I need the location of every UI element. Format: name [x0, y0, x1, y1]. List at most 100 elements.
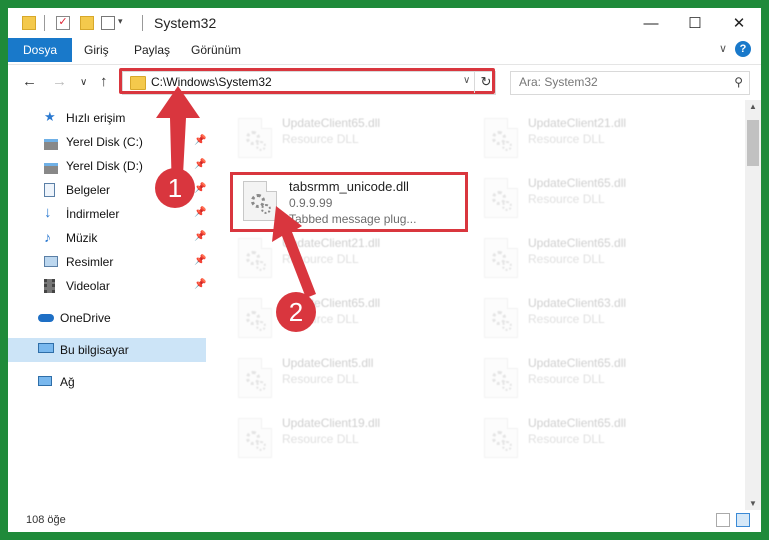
close-button[interactable]: ✕: [717, 8, 761, 38]
scroll-down-icon[interactable]: ▼: [749, 499, 757, 508]
file-name: UpdateClient5.dll: [282, 356, 374, 370]
dll-file-icon: [484, 118, 518, 158]
file-name: UpdateClient19.dll: [282, 416, 381, 430]
file-type: Resource DLL: [282, 132, 359, 146]
vertical-scrollbar[interactable]: ▲ ▼: [745, 100, 761, 510]
sidebar-item-label: İndirmeler: [66, 207, 120, 221]
file-name: UpdateClient65.dll: [282, 116, 381, 130]
folder-icon: [22, 16, 36, 30]
list-item[interactable]: UpdateClient63.dll Resource DLL: [454, 290, 684, 344]
sidebar-item-label: Yerel Disk (C:): [66, 135, 143, 149]
computer-icon: [38, 343, 54, 353]
scroll-up-icon[interactable]: ▲: [749, 102, 757, 111]
explorer-window: ✓ ▾ System32 — ☐ ✕ Dosya Giriş Paylaş Gö…: [8, 8, 761, 532]
sidebar-item-videos[interactable]: Videolar 📌: [8, 274, 206, 298]
sidebar-item-label: Bu bilgisayar: [60, 343, 129, 357]
search-icon[interactable]: ⚲: [734, 75, 743, 89]
refresh-button[interactable]: ↻: [474, 71, 497, 93]
scrollbar-thumb[interactable]: [747, 120, 759, 166]
chevron-down-icon[interactable]: ∨: [719, 42, 727, 55]
title-bar: ✓ ▾ System32 — ☐ ✕: [8, 8, 761, 38]
list-item[interactable]: UpdateClient65.dll Resource DLL: [454, 350, 684, 404]
navigation-bar: ← → ∨ ↑ C:\Windows\System32 ∨ ↻ Ara: Sys…: [8, 64, 761, 99]
help-icon[interactable]: ?: [735, 41, 751, 57]
search-box[interactable]: Ara: System32 ⚲: [510, 71, 750, 95]
list-item[interactable]: UpdateClient65.dll Resource DLL: [454, 230, 684, 284]
sidebar-item-label: Hızlı erişim: [66, 111, 126, 125]
file-type: Resource DLL: [528, 312, 605, 326]
file-name: UpdateClient21.dll: [528, 116, 627, 130]
list-item[interactable]: UpdateClient65.dll Resource DLL: [454, 170, 684, 224]
new-folder-icon[interactable]: [80, 16, 94, 30]
list-item[interactable]: UpdateClient21.dll Resource DLL: [454, 110, 684, 164]
sidebar-item-onedrive[interactable]: OneDrive: [8, 306, 206, 330]
star-icon: ★: [44, 109, 56, 124]
list-item[interactable]: UpdateClient65.dll Resource DLL: [454, 410, 684, 464]
file-name: UpdateClient63.dll: [528, 296, 627, 310]
dll-file-icon: [484, 178, 518, 218]
divider: [142, 15, 143, 31]
download-icon: ↓: [44, 204, 52, 221]
file-type: Resource DLL: [528, 372, 605, 386]
status-bar: 108 öğe: [8, 510, 761, 532]
file-name: tabsrmm_unicode.dll: [289, 179, 409, 194]
list-item[interactable]: UpdateClient5.dll Resource DLL: [208, 350, 438, 404]
pin-icon[interactable]: 📌: [194, 279, 206, 290]
tab-view[interactable]: Görünüm: [191, 38, 241, 62]
file-type: Resource DLL: [528, 192, 605, 206]
tab-file[interactable]: Dosya: [8, 38, 72, 62]
dll-file-icon: [484, 238, 518, 278]
file-type: Resource DLL: [282, 432, 359, 446]
sidebar-item-label: Videolar: [66, 279, 110, 293]
list-item[interactable]: UpdateClient19.dll Resource DLL: [208, 410, 438, 464]
chevron-down-icon[interactable]: ▾: [118, 16, 123, 34]
dll-file-icon: [484, 298, 518, 338]
annotation-arrow-2: [272, 206, 316, 298]
tab-home[interactable]: Giriş: [84, 38, 109, 62]
item-count: 108 öğe: [26, 514, 66, 526]
back-button[interactable]: ←: [22, 73, 37, 90]
file-type: Resource DLL: [528, 132, 605, 146]
music-icon: ♪: [44, 229, 51, 245]
file-type: Resource DLL: [528, 432, 605, 446]
pin-icon[interactable]: 📌: [194, 255, 206, 266]
sidebar-item-pictures[interactable]: Resimler 📌: [8, 250, 206, 274]
sidebar-item-network[interactable]: Ağ: [8, 370, 206, 394]
minimize-button[interactable]: —: [629, 8, 673, 38]
videos-icon: [44, 279, 55, 293]
dll-file-icon: [484, 358, 518, 398]
ribbon: Dosya Giriş Paylaş Görünüm ∨ ?: [8, 38, 761, 62]
file-name: UpdateClient65.dll: [528, 176, 627, 190]
file-type: Resource DLL: [528, 252, 605, 266]
dll-file-icon: [238, 118, 272, 158]
search-input[interactable]: Ara: System32: [519, 75, 598, 89]
sidebar-item-label: Ağ: [60, 375, 75, 389]
tab-share[interactable]: Paylaş: [134, 38, 170, 62]
divider: [44, 15, 45, 31]
sidebar-item-this-pc[interactable]: Bu bilgisayar: [8, 338, 206, 362]
up-button[interactable]: ↑: [100, 73, 108, 90]
dll-file-icon: [238, 418, 272, 458]
dll-file-icon: [238, 298, 272, 338]
documents-icon: [44, 183, 55, 197]
pin-icon[interactable]: 📌: [194, 207, 206, 218]
details-view-icon[interactable]: [716, 513, 730, 527]
sidebar-item-label: Resimler: [66, 255, 114, 269]
forward-button[interactable]: →: [52, 73, 67, 90]
sidebar-item-label: Müzik: [66, 231, 98, 245]
recent-locations-button[interactable]: ∨: [80, 77, 87, 88]
list-item[interactable]: UpdateClient65.dll Resource DLL: [208, 110, 438, 164]
sidebar-item-label: OneDrive: [60, 311, 111, 325]
cloud-icon: [38, 314, 54, 322]
customize-icon[interactable]: [101, 16, 115, 30]
maximize-button[interactable]: ☐: [673, 8, 717, 38]
dll-file-icon: [238, 358, 272, 398]
pin-icon[interactable]: 📌: [194, 231, 206, 242]
window-title: System32: [154, 15, 217, 31]
properties-icon[interactable]: ✓: [56, 16, 70, 30]
tiles-view-icon[interactable]: [736, 513, 750, 527]
pictures-icon: [44, 256, 58, 267]
sidebar-item-music[interactable]: ♪ Müzik 📌: [8, 226, 206, 250]
drive-icon: [44, 139, 58, 150]
sidebar-item-label: Belgeler: [66, 183, 111, 197]
